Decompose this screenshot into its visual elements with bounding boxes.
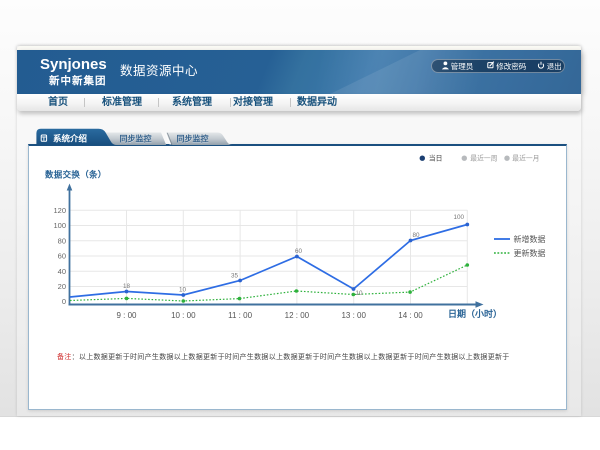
svg-text:修改密码: 修改密码 [496,61,526,71]
svg-text:18: 18 [123,283,131,290]
svg-text:数据交换（条）: 数据交换（条） [45,170,107,180]
svg-text:14 : 00: 14 : 00 [398,311,423,320]
svg-text:100: 100 [53,221,66,230]
svg-text:10: 10 [179,287,187,294]
svg-text:60: 60 [58,252,66,261]
svg-text:新增数据: 新增数据 [514,234,546,244]
svg-text:13 : 00: 13 : 00 [341,311,366,320]
svg-text:0: 0 [62,297,66,306]
svg-text:100: 100 [454,214,465,221]
svg-text:管理员: 管理员 [451,61,474,71]
svg-text:20: 20 [58,282,66,291]
svg-text:最近一月: 最近一月 [512,154,539,163]
svg-text:80: 80 [58,236,66,245]
svg-text:同步监控: 同步监控 [177,133,209,143]
svg-text:同步监控: 同步监控 [120,133,152,143]
svg-text:系统介绍: 系统介绍 [53,133,88,143]
svg-text:11 : 00: 11 : 00 [228,311,252,320]
svg-text:10 : 00: 10 : 00 [171,311,196,320]
svg-text:35: 35 [231,273,239,280]
svg-text:更新数据: 更新数据 [514,248,546,258]
svg-text:40: 40 [58,267,66,276]
svg-text:60: 60 [295,248,303,255]
svg-text:120: 120 [53,206,66,215]
svg-text:9 : 00: 9 : 00 [116,311,137,320]
svg-text:10: 10 [356,290,364,297]
svg-text:12 : 00: 12 : 00 [285,311,310,320]
svg-text:最近一周: 最近一周 [470,154,497,163]
svg-text:80: 80 [413,232,421,239]
svg-text:日期（小时）: 日期（小时） [448,308,502,319]
svg-text:退出: 退出 [547,61,562,71]
svg-text:当日: 当日 [429,154,443,163]
